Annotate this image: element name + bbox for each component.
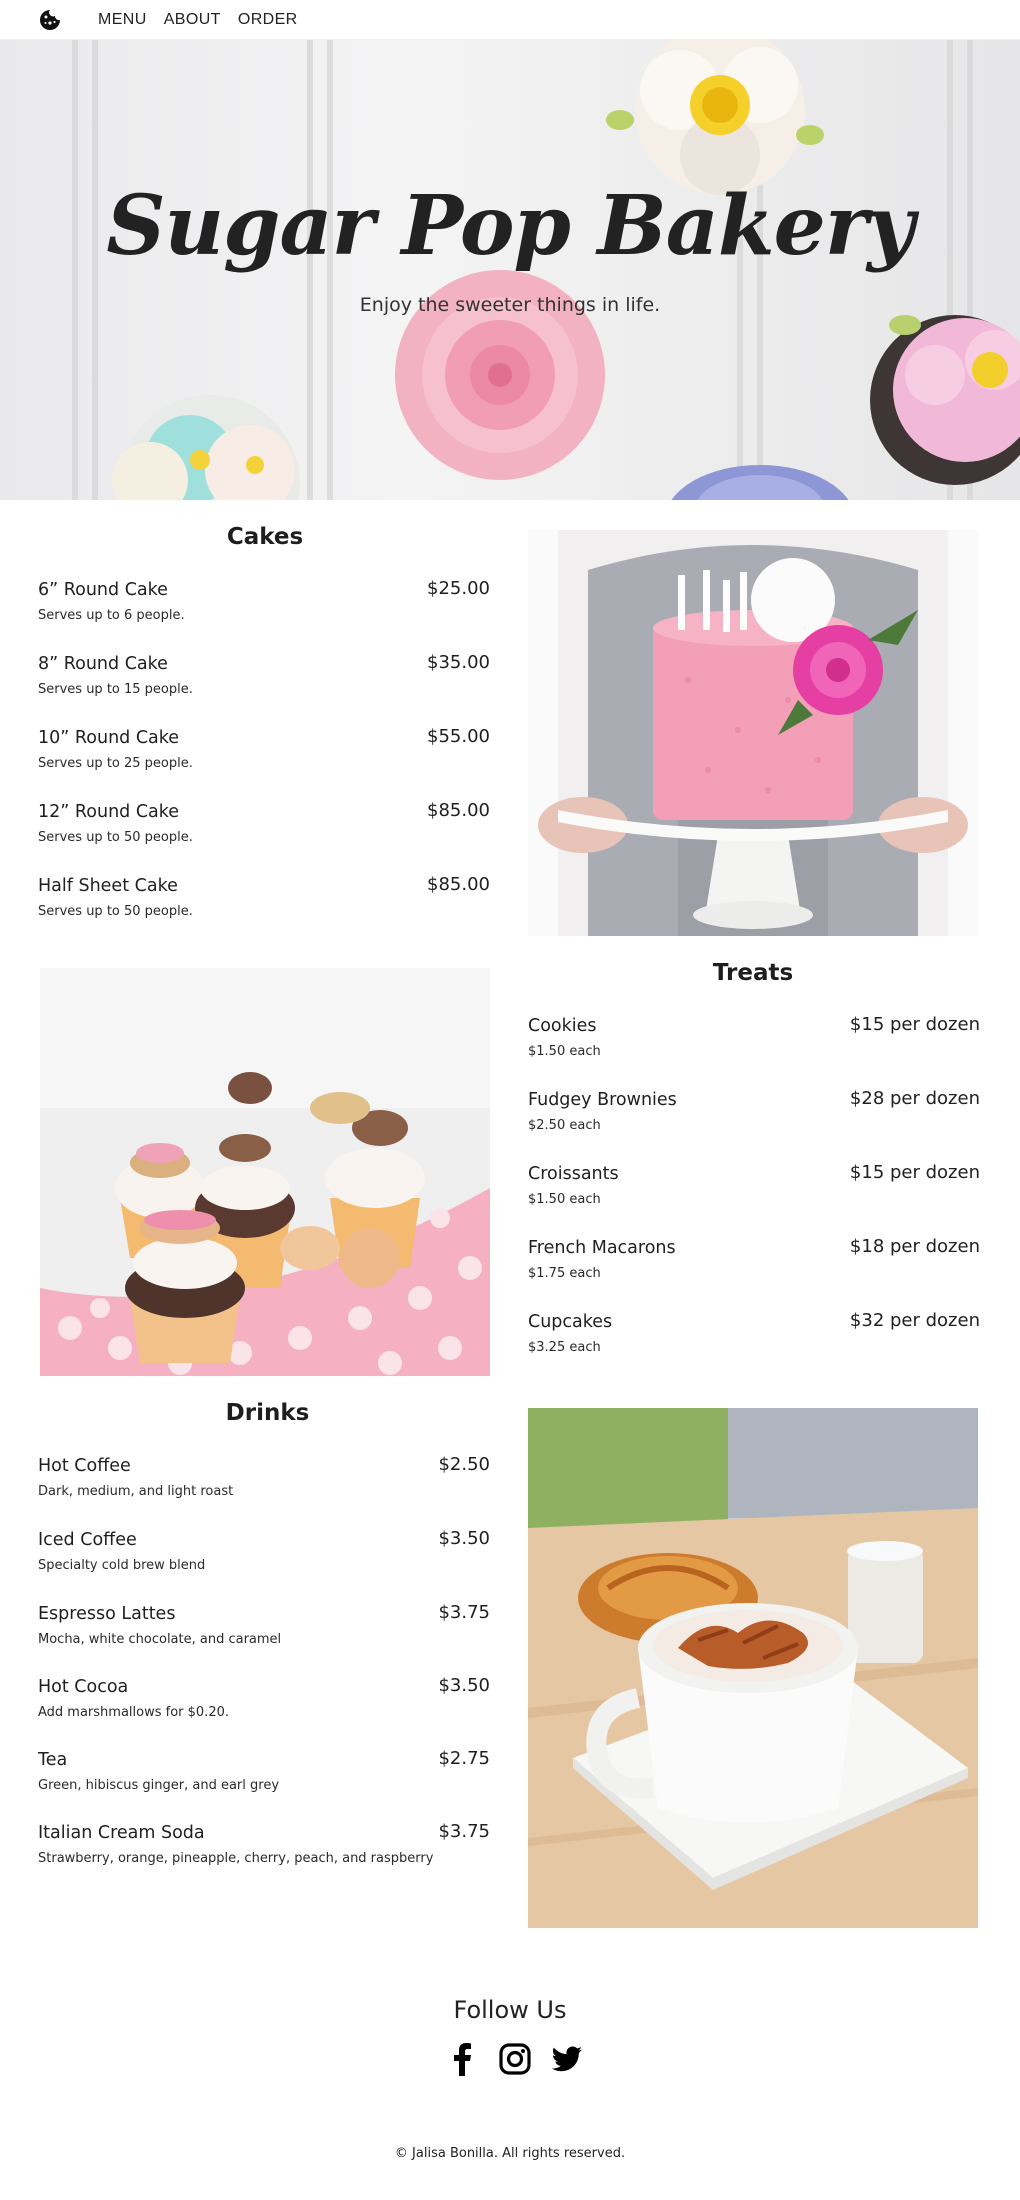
item-price: $18 per dozen (849, 1236, 980, 1257)
item-desc: Dark, medium, and light roast (38, 1484, 234, 1499)
item-price: $85.00 (427, 874, 490, 895)
item-desc: Serves up to 6 people. (38, 608, 185, 623)
hero-banner: Sugar Pop Bakery Enjoy the sweeter thing… (0, 40, 1020, 500)
flower-pink-right (870, 315, 1020, 485)
social-links (446, 2042, 584, 2076)
menu-item: Croissants $1.50 each $15 per dozen (528, 1162, 980, 1207)
item-desc: Serves up to 50 people. (38, 904, 193, 919)
item-desc: Serves up to 15 people. (38, 682, 193, 697)
item-price: $3.75 (438, 1602, 490, 1623)
cakes-title: Cakes (226, 524, 304, 550)
copyright-text: © Jalisa Bonilla. All rights reserved. (394, 2146, 626, 2161)
item-desc: Green, hibiscus ginger, and earl grey (38, 1778, 280, 1793)
menu-item: 8” Round Cake Serves up to 15 people. $3… (38, 652, 490, 697)
hero-tagline: Enjoy the sweeter things in life. (359, 294, 661, 316)
menu-item: Cookies $1.50 each $15 per dozen (528, 1014, 980, 1059)
item-name: 10” Round Cake (38, 728, 180, 748)
item-name: Tea (38, 1750, 68, 1770)
instagram-icon[interactable] (498, 2042, 532, 2076)
item-price: $15 per dozen (849, 1162, 980, 1183)
facebook-icon[interactable] (446, 2042, 480, 2076)
cake-photo (528, 530, 978, 936)
item-desc: $1.50 each (528, 1044, 601, 1059)
follow-us-title: Follow Us (453, 1996, 567, 2024)
flower-blue (671, 465, 849, 500)
coffee-photo (528, 1408, 978, 1928)
item-desc: $1.50 each (528, 1192, 601, 1207)
nav-links: MENU ABOUT ORDER (98, 0, 298, 40)
item-desc: Mocha, white chocolate, and caramel (38, 1632, 282, 1647)
item-desc: $1.75 each (528, 1266, 601, 1281)
item-name: 6” Round Cake (38, 580, 168, 600)
item-price: $35.00 (427, 652, 490, 673)
cookie-icon[interactable] (38, 8, 62, 32)
item-desc: Specialty cold brew blend (38, 1558, 206, 1573)
item-name: Hot Cocoa (38, 1677, 129, 1697)
twitter-icon[interactable] (550, 2042, 584, 2076)
item-price: $55.00 (427, 726, 490, 747)
menu-item: Half Sheet Cake Serves up to 50 people. … (38, 874, 490, 919)
item-price: $28 per dozen (849, 1088, 980, 1109)
flower-cluster-left (112, 395, 300, 500)
menu-item: 10” Round Cake Serves up to 25 people. $… (38, 726, 490, 771)
item-desc: Add marshmallows for $0.20. (38, 1705, 229, 1720)
item-desc: $2.50 each (528, 1118, 601, 1133)
item-price: $2.50 (438, 1454, 490, 1475)
cupcakes-photo (40, 968, 490, 1376)
menu-item: Hot Cocoa Add marshmallows for $0.20. $3… (38, 1675, 490, 1720)
item-price: $3.50 (438, 1528, 490, 1549)
item-desc: Serves up to 50 people. (38, 830, 193, 845)
item-name: Hot Coffee (38, 1456, 131, 1476)
menu-item: Italian Cream Soda Strawberry, orange, p… (38, 1821, 490, 1866)
item-desc: $3.25 each (528, 1340, 601, 1355)
item-price: $25.00 (427, 578, 490, 599)
item-desc: Serves up to 25 people. (38, 756, 193, 771)
item-desc: Strawberry, orange, pineapple, cherry, p… (38, 1851, 434, 1866)
menu-item: 6” Round Cake Serves up to 6 people. $25… (38, 578, 490, 623)
nav-link-about[interactable]: ABOUT (164, 11, 221, 29)
item-name: 12” Round Cake (38, 802, 180, 822)
hero-title: Sugar Pop Bakery (106, 178, 914, 274)
drinks-title: Drinks (225, 1400, 310, 1426)
nav-link-order[interactable]: ORDER (238, 11, 298, 29)
menu-item: Iced Coffee Specialty cold brew blend $3… (38, 1528, 490, 1573)
item-name: 8” Round Cake (38, 654, 168, 674)
menu-item: Tea Green, hibiscus ginger, and earl gre… (38, 1748, 490, 1793)
item-price: $32 per dozen (849, 1310, 980, 1331)
item-name: Iced Coffee (38, 1530, 137, 1550)
item-price: $2.75 (438, 1748, 490, 1769)
item-price: $3.50 (438, 1675, 490, 1696)
menu-item: Fudgey Brownies $2.50 each $28 per dozen (528, 1088, 980, 1133)
item-price: $85.00 (427, 800, 490, 821)
menu-item: 12” Round Cake Serves up to 50 people. $… (38, 800, 490, 845)
menu-item: Espresso Lattes Mocha, white chocolate, … (38, 1602, 490, 1647)
menu-item: French Macarons $1.75 each $18 per dozen (528, 1236, 980, 1281)
item-price: $15 per dozen (849, 1014, 980, 1035)
menu-item: Cupcakes $3.25 each $32 per dozen (528, 1310, 980, 1355)
item-name: Half Sheet Cake (38, 876, 178, 896)
item-name: Italian Cream Soda (38, 1823, 205, 1843)
nav-link-menu[interactable]: MENU (98, 11, 147, 29)
treats-title: Treats (712, 960, 794, 986)
flower-white (606, 40, 824, 195)
item-name: Espresso Lattes (38, 1604, 176, 1624)
top-nav: MENU ABOUT ORDER (0, 0, 1020, 40)
item-price: $3.75 (438, 1821, 490, 1842)
menu-item: Hot Coffee Dark, medium, and light roast… (38, 1454, 490, 1499)
